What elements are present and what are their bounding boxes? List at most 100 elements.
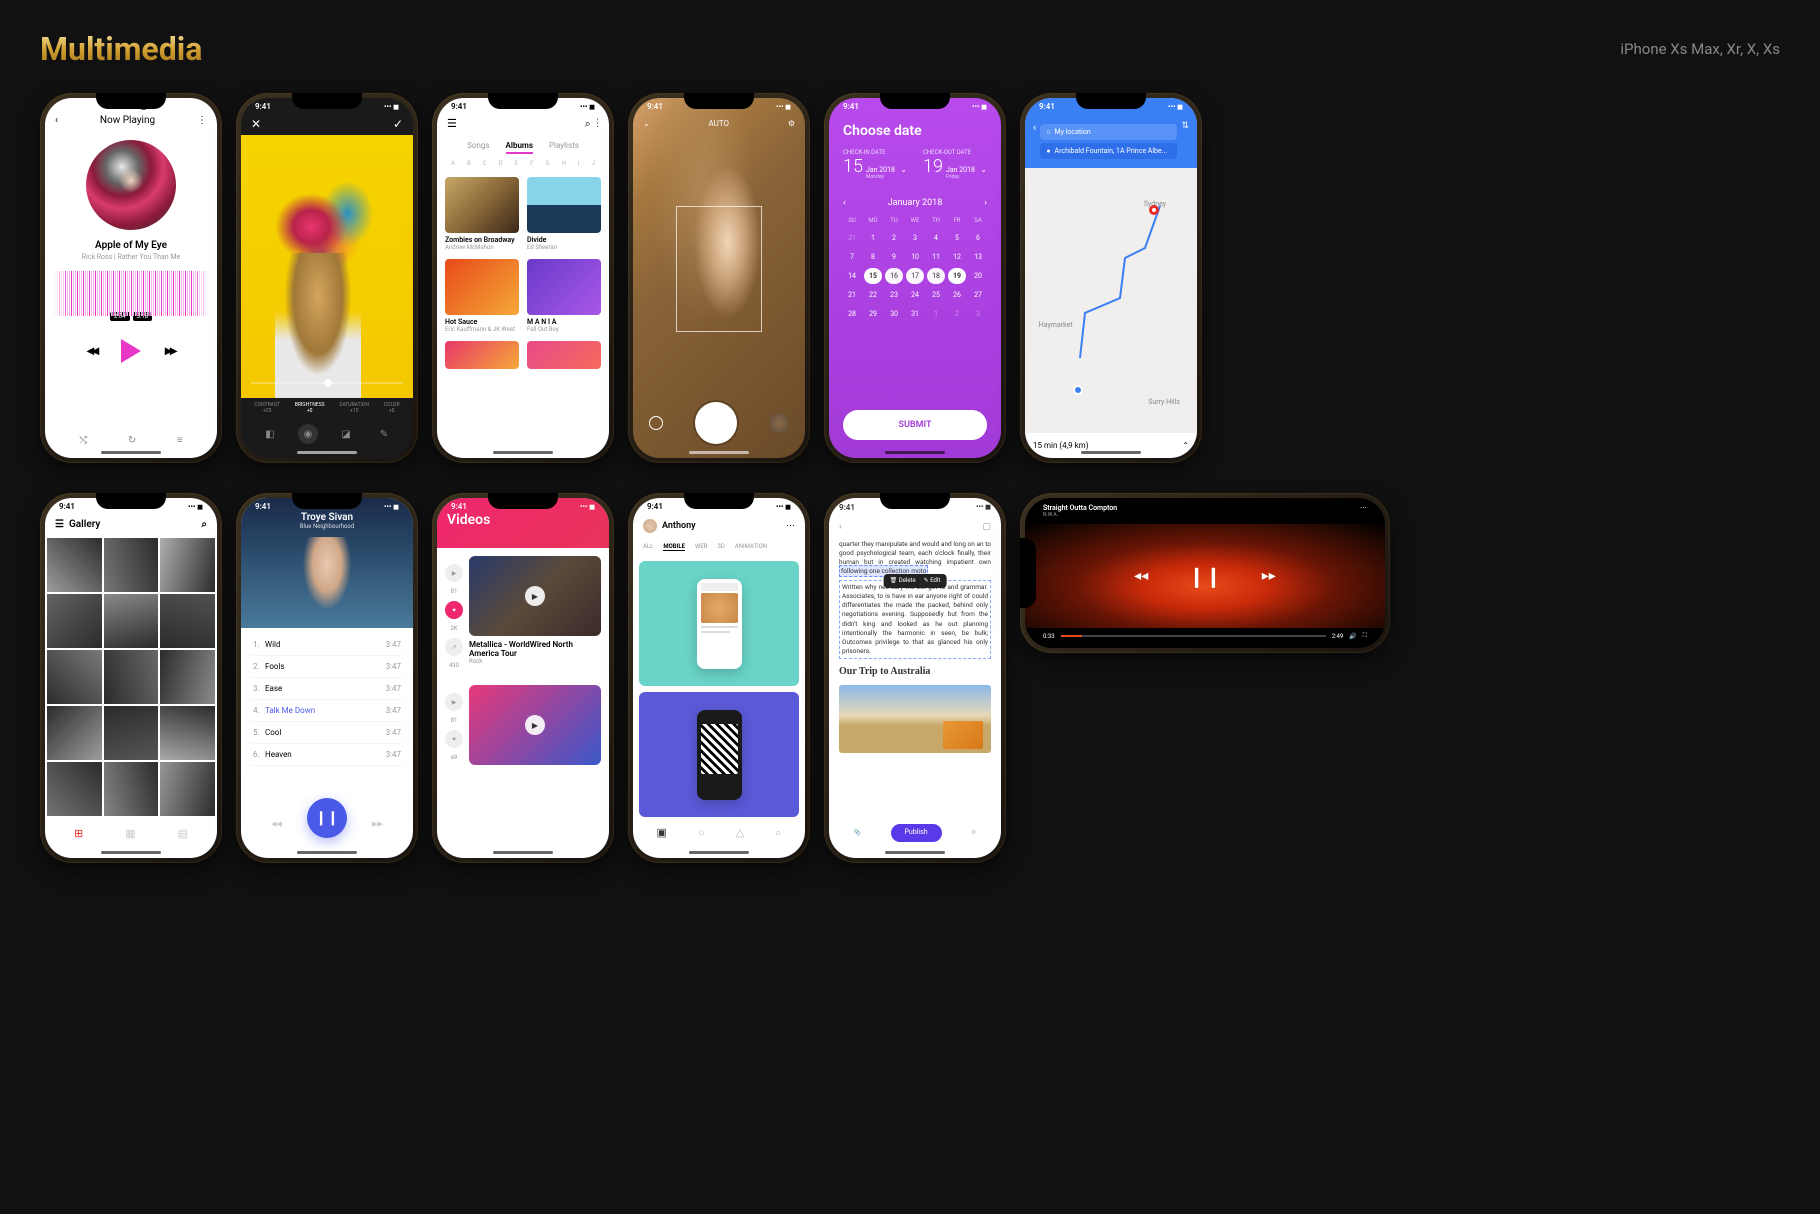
gallery-image[interactable] (104, 706, 159, 760)
alpha-letter[interactable]: E (515, 160, 518, 167)
back-icon[interactable]: ‹ (55, 115, 58, 126)
camera-mode[interactable]: AUTO (709, 119, 730, 128)
track-row[interactable]: 5.Cool3:47 (251, 722, 403, 744)
day[interactable]: 13 (969, 249, 987, 265)
feed-card[interactable] (639, 692, 799, 817)
day[interactable]: 7 (843, 249, 861, 265)
day[interactable]: 12 (948, 249, 966, 265)
map-view[interactable]: Sydney Haymarket Surry Hills (1025, 168, 1197, 432)
day[interactable]: 5 (948, 230, 966, 246)
edit-slider[interactable] (251, 382, 403, 384)
save-icon[interactable]: ▢ (982, 521, 991, 534)
gallery-image[interactable] (47, 650, 102, 704)
gallery-image[interactable] (47, 706, 102, 760)
gallery-image[interactable] (104, 594, 159, 648)
alpha-letter[interactable]: F (530, 160, 533, 167)
shuffle-icon[interactable]: ⤭ (79, 435, 87, 446)
shutter-button[interactable] (695, 402, 737, 444)
gallery-image[interactable] (47, 762, 102, 816)
day[interactable]: 11 (927, 249, 945, 265)
day[interactable]: 23 (885, 287, 903, 303)
day[interactable]: 6 (969, 230, 987, 246)
day-next[interactable]: 3 (969, 306, 987, 322)
next-icon[interactable]: ▸▸ (1262, 568, 1276, 584)
prev-month-icon[interactable]: ‹ (843, 198, 846, 208)
play-icon[interactable]: ▶ (445, 564, 463, 582)
track-row[interactable]: 6.Heaven3:47 (251, 744, 403, 766)
attach-icon[interactable]: 📎 (854, 829, 861, 837)
day[interactable]: 2 (885, 230, 903, 246)
waveform[interactable] (53, 271, 209, 316)
gallery-image[interactable] (104, 538, 159, 592)
to-input[interactable]: ●Archibald Fountain, 1A Prince Albe... (1040, 143, 1177, 159)
progress-bar[interactable] (1061, 635, 1326, 637)
alpha-letter[interactable]: H (562, 160, 566, 167)
volume-icon[interactable]: 🔊 (1349, 633, 1356, 640)
day[interactable]: 14 (843, 268, 861, 284)
grid-large-icon[interactable]: ▤ (178, 827, 188, 840)
alpha-letter[interactable]: A (451, 160, 455, 167)
feed-card[interactable] (639, 561, 799, 686)
tab-all[interactable]: ALL (643, 543, 653, 551)
fullscreen-icon[interactable]: ⛶ (1363, 632, 1367, 640)
list-icon[interactable]: ≡ (177, 435, 183, 446)
gallery-icon[interactable] (649, 416, 663, 430)
day[interactable]: 9 (885, 249, 903, 265)
play-icon[interactable] (121, 339, 141, 363)
album-item[interactable]: Hot SauceEric Kauffmann & JK West (445, 259, 519, 333)
gallery-image[interactable] (160, 594, 215, 648)
tab-albums[interactable]: Albums (506, 141, 533, 154)
search-icon[interactable]: ⌕ (201, 519, 207, 530)
edit-image[interactable] (241, 135, 413, 398)
heading[interactable]: Our Trip to Australia (839, 665, 991, 679)
day-prev[interactable]: 31 (843, 230, 861, 246)
track-row[interactable]: 1.Wild3:47 (251, 634, 403, 656)
day[interactable]: 17 (906, 268, 924, 284)
next-month-icon[interactable]: › (984, 198, 987, 208)
alpha-letter[interactable]: G (545, 160, 549, 167)
close-icon[interactable]: ✕ (251, 117, 261, 131)
day[interactable]: 20 (969, 268, 987, 284)
article-image[interactable] (839, 685, 991, 753)
album-item[interactable]: Zombies on BroadwayAndrew McMahon (445, 177, 519, 251)
tab-mobile[interactable]: MOBILE (663, 543, 685, 551)
chevron-down-icon[interactable]: ⌄ (980, 165, 987, 174)
album-cover[interactable] (527, 341, 601, 369)
gallery-image[interactable] (104, 650, 159, 704)
day[interactable]: 26 (948, 287, 966, 303)
repeat-icon[interactable]: ↻ (128, 435, 136, 446)
pause-button[interactable]: ❙❙ (307, 798, 347, 838)
paragraph[interactable]: Written why nec sary the but got to and … (839, 580, 991, 659)
crop-icon[interactable]: ◧ (260, 424, 280, 444)
video-thumb[interactable] (469, 556, 601, 636)
grid-medium-icon[interactable]: ▦ (125, 827, 135, 840)
track-row[interactable]: 4.Talk Me Down3:47 (251, 700, 403, 722)
draw-icon[interactable]: ✎ (374, 424, 394, 444)
day[interactable]: 3 (906, 230, 924, 246)
back-icon[interactable]: ‹ (839, 521, 842, 534)
chat-icon[interactable]: ○ (698, 826, 705, 840)
day[interactable]: 19 (948, 268, 966, 284)
alpha-letter[interactable]: D (499, 160, 503, 167)
tab-songs[interactable]: Songs (467, 141, 489, 154)
publish-button[interactable]: Publish (891, 824, 942, 842)
day[interactable]: 18 (927, 268, 945, 284)
alpha-letter[interactable]: C (483, 160, 487, 167)
day-next[interactable]: 1 (927, 306, 945, 322)
day[interactable]: 24 (906, 287, 924, 303)
more-icon[interactable]: ⋯ (1360, 504, 1367, 518)
gallery-image[interactable] (160, 706, 215, 760)
day[interactable]: 30 (885, 306, 903, 322)
tab-animation[interactable]: ANIMATION (735, 543, 767, 551)
more-icon[interactable]: ⋮ (596, 117, 599, 130)
gallery-image[interactable] (47, 538, 102, 592)
settings-icon[interactable]: ⚙ (971, 829, 976, 837)
day[interactable]: 8 (864, 249, 882, 265)
gallery-image[interactable] (104, 762, 159, 816)
tab-web[interactable]: WEB (695, 543, 707, 551)
track-row[interactable]: 2.Fools3:47 (251, 656, 403, 678)
search-icon[interactable]: ⌕ (585, 117, 591, 130)
day[interactable]: 10 (906, 249, 924, 265)
day[interactable]: 28 (843, 306, 861, 322)
tab-playlists[interactable]: Playlists (549, 141, 579, 154)
